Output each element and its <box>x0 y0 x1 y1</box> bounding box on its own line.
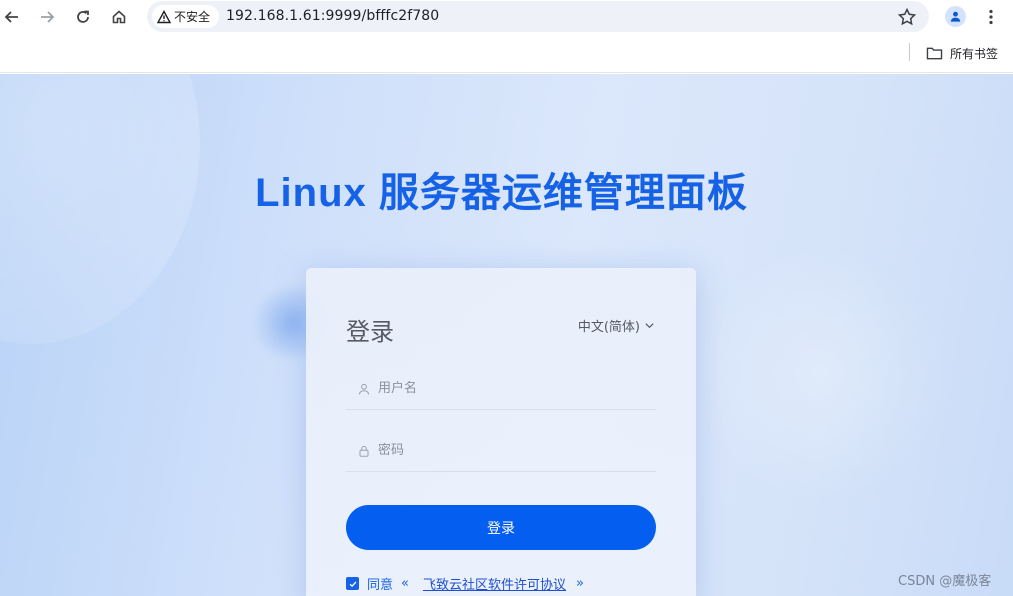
login-heading: 登录 <box>346 318 394 346</box>
username-input[interactable] <box>378 381 638 396</box>
arrow-left-icon <box>4 11 18 23</box>
bookmark-star-button[interactable] <box>897 7 917 27</box>
bookmarks-divider <box>909 43 910 61</box>
license-link[interactable]: 飞致云社区软件许可协议 <box>423 574 566 593</box>
language-label: 中文(简体) <box>577 320 640 335</box>
quote-open: « <box>401 576 409 591</box>
reload-button[interactable] <box>71 5 95 29</box>
url-text[interactable]: 192.168.1.61:9999/bfffc2f780 <box>226 8 439 24</box>
check-icon <box>349 581 356 587</box>
browser-toolbar: 不安全 192.168.1.61:9999/bfffc2f780 <box>0 0 1013 34</box>
person-icon <box>950 11 961 22</box>
profile-button[interactable] <box>945 6 966 27</box>
browser-menu-button[interactable] <box>984 7 998 27</box>
forward-button[interactable] <box>35 5 59 29</box>
security-indicator[interactable]: 不安全 <box>152 5 219 28</box>
agree-checkbox[interactable] <box>346 577 359 590</box>
more-vertical-icon <box>989 9 993 25</box>
background-glow <box>690 244 950 504</box>
address-bar[interactable]: 不安全 192.168.1.61:9999/bfffc2f780 <box>147 1 929 32</box>
chevron-down-icon <box>645 323 654 329</box>
back-button[interactable] <box>0 5 24 29</box>
login-card: 登录 中文(简体) 登录 同意 « 飞致云社区软件许可协议 » <box>306 268 696 596</box>
page-title: Linux 服务器运维管理面板 <box>255 171 748 215</box>
license-agreement: 同意 « 飞致云社区软件许可协议 » <box>346 574 584 593</box>
security-label: 不安全 <box>174 10 211 24</box>
reload-icon <box>77 10 89 23</box>
home-button[interactable] <box>107 5 131 29</box>
warning-icon <box>157 9 171 23</box>
agree-label: 同意 <box>367 578 394 593</box>
quote-close: » <box>576 576 584 591</box>
all-bookmarks-button[interactable]: 所有书签 <box>926 42 998 64</box>
user-icon <box>359 383 369 395</box>
login-button[interactable]: 登录 <box>346 505 656 550</box>
home-icon <box>112 10 126 24</box>
folder-icon <box>926 47 943 59</box>
lock-icon <box>359 445 369 457</box>
login-page: Linux 服务器运维管理面板 登录 中文(简体) 登录 同意 « 飞致云社区软… <box>0 74 1013 596</box>
watermark: CSDN @魔极客 <box>898 574 992 589</box>
star-icon <box>897 7 917 26</box>
password-field[interactable] <box>346 430 656 472</box>
bookmarks-bar: 所有书签 <box>0 34 1013 73</box>
language-select[interactable]: 中文(简体) <box>578 316 655 335</box>
password-input[interactable] <box>378 443 638 458</box>
all-bookmarks-label: 所有书签 <box>950 46 999 61</box>
arrow-right-icon <box>41 11 55 23</box>
username-field[interactable] <box>346 368 656 410</box>
